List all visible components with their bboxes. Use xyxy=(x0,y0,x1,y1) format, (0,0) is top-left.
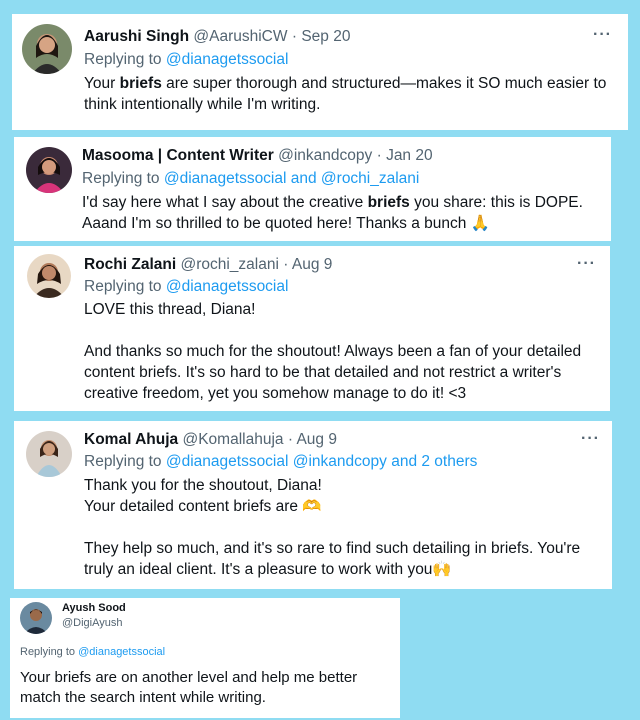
tweet-date[interactable]: Aug 9 xyxy=(296,431,337,448)
author-name[interactable]: Komal Ahuja xyxy=(84,431,178,448)
tweet-text: Thank you for the shoutout, Diana! Your … xyxy=(84,477,581,578)
author-handle[interactable]: @inkandcopy xyxy=(278,147,372,164)
author-handle[interactable]: @DigiAyush xyxy=(62,617,123,629)
more-options-icon[interactable]: ··· xyxy=(581,430,600,448)
tweet-text: Your briefs are super thorough and struc… xyxy=(84,75,607,113)
reply-mention-link[interactable]: @dianagetssocial xyxy=(166,278,289,295)
avatar[interactable] xyxy=(22,24,72,74)
tweet-card-aarushi[interactable]: Aarushi Singh @AarushiCW · Sep 20 ··· Re… xyxy=(12,14,628,130)
replying-label: Replying to xyxy=(84,278,162,295)
author-name[interactable]: Masooma | Content Writer xyxy=(82,147,274,164)
tweet-date[interactable]: Jan 20 xyxy=(386,147,433,164)
author-name[interactable]: Ayush Sood xyxy=(62,602,126,614)
author-name[interactable]: Rochi Zalani xyxy=(84,256,176,273)
tweet-card-masooma[interactable]: Masooma | Content Writer @inkandcopy · J… xyxy=(14,137,611,241)
tweet-text: Your briefs are on another level and hel… xyxy=(20,669,358,706)
replying-label: Replying to xyxy=(20,646,76,658)
tweet-card-rochi[interactable]: Rochi Zalani @rochi_zalani · Aug 9 ··· R… xyxy=(14,246,610,411)
reply-mention-link[interactable]: @dianagetssocial xyxy=(78,646,165,658)
more-options-icon[interactable]: ··· xyxy=(577,255,596,273)
author-handle[interactable]: @Komallahuja xyxy=(182,431,283,448)
reply-mention-link[interactable]: @dianagetssocial xyxy=(166,51,289,68)
tweet-text: LOVE this thread, Diana! And thanks so m… xyxy=(84,301,582,402)
tweet-card-komal[interactable]: Komal Ahuja @Komallahuja · Aug 9 ··· Rep… xyxy=(14,421,612,589)
avatar[interactable] xyxy=(27,254,71,298)
avatar[interactable] xyxy=(26,431,72,477)
reply-mention-link[interactable]: @dianagetssocial @inkandcopy and 2 other… xyxy=(166,453,478,470)
replying-label: Replying to xyxy=(82,170,160,187)
avatar[interactable] xyxy=(26,147,72,193)
replying-label: Replying to xyxy=(84,51,162,68)
tweet-date[interactable]: Aug 9 xyxy=(292,256,333,273)
tweet-date[interactable]: Sep 20 xyxy=(301,28,350,45)
tweet-text: I'd say here what I say about the creati… xyxy=(82,194,583,232)
avatar[interactable] xyxy=(20,602,52,634)
author-handle[interactable]: @AarushiCW xyxy=(193,28,287,45)
replying-label: Replying to xyxy=(84,453,162,470)
author-handle[interactable]: @rochi_zalani xyxy=(180,256,278,273)
tweet-card-ayush[interactable]: Ayush Sood @DigiAyush Replying to @diana… xyxy=(10,598,400,718)
more-options-icon[interactable]: ··· xyxy=(593,26,612,44)
author-name[interactable]: Aarushi Singh xyxy=(84,28,189,45)
reply-mention-link[interactable]: @dianagetssocial and @rochi_zalani xyxy=(164,170,420,187)
